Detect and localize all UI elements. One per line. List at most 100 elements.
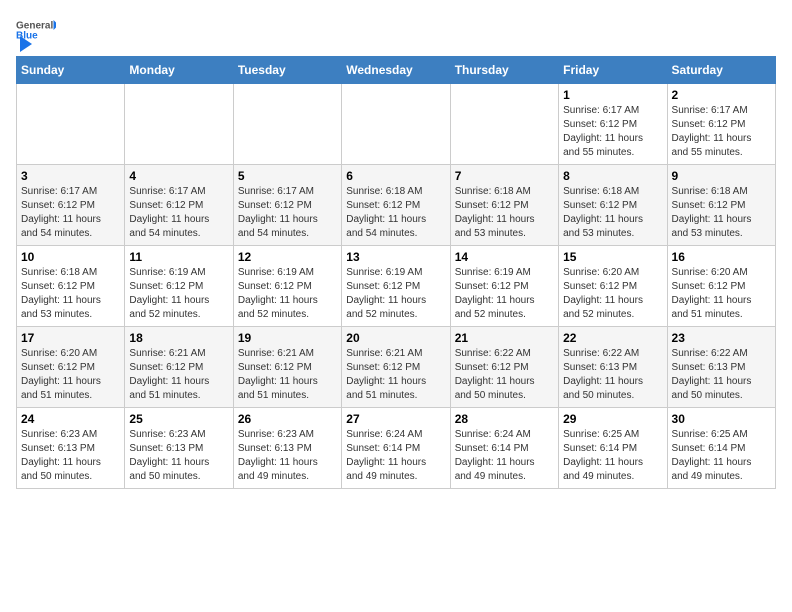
day-number: 26 xyxy=(238,412,337,426)
calendar-cell: 11 Sunrise: 6:19 AM Sunset: 6:12 PM Dayli… xyxy=(125,246,233,327)
day-of-week-header: Tuesday xyxy=(233,57,341,84)
calendar-cell: 4 Sunrise: 6:17 AM Sunset: 6:12 PM Daylig… xyxy=(125,165,233,246)
calendar-cell: 29 Sunrise: 6:25 AM Sunset: 6:14 PM Dayli… xyxy=(559,408,667,489)
day-number: 13 xyxy=(346,250,445,264)
day-detail: Sunrise: 6:25 AM Sunset: 6:14 PM Dayligh… xyxy=(563,428,662,484)
day-number: 25 xyxy=(129,412,228,426)
day-detail: Sunrise: 6:19 AM Sunset: 6:12 PM Dayligh… xyxy=(238,266,337,322)
day-detail: Sunrise: 6:18 AM Sunset: 6:12 PM Dayligh… xyxy=(672,185,771,241)
day-of-week-header: Saturday xyxy=(667,57,775,84)
calendar-cell xyxy=(342,84,450,165)
calendar-cell xyxy=(233,84,341,165)
day-detail: Sunrise: 6:23 AM Sunset: 6:13 PM Dayligh… xyxy=(129,428,228,484)
calendar-cell: 26 Sunrise: 6:23 AM Sunset: 6:13 PM Dayli… xyxy=(233,408,341,489)
day-number: 11 xyxy=(129,250,228,264)
calendar-cell: 24 Sunrise: 6:23 AM Sunset: 6:13 PM Dayli… xyxy=(17,408,125,489)
day-number: 12 xyxy=(238,250,337,264)
calendar-cell: 8 Sunrise: 6:18 AM Sunset: 6:12 PM Daylig… xyxy=(559,165,667,246)
day-detail: Sunrise: 6:19 AM Sunset: 6:12 PM Dayligh… xyxy=(129,266,228,322)
day-number: 23 xyxy=(672,331,771,345)
day-detail: Sunrise: 6:19 AM Sunset: 6:12 PM Dayligh… xyxy=(455,266,554,322)
calendar-cell: 18 Sunrise: 6:21 AM Sunset: 6:12 PM Dayli… xyxy=(125,327,233,408)
day-number: 14 xyxy=(455,250,554,264)
day-detail: Sunrise: 6:22 AM Sunset: 6:13 PM Dayligh… xyxy=(563,347,662,403)
day-detail: Sunrise: 6:25 AM Sunset: 6:14 PM Dayligh… xyxy=(672,428,771,484)
day-number: 29 xyxy=(563,412,662,426)
day-number: 20 xyxy=(346,331,445,345)
day-number: 27 xyxy=(346,412,445,426)
day-detail: Sunrise: 6:20 AM Sunset: 6:12 PM Dayligh… xyxy=(672,266,771,322)
day-detail: Sunrise: 6:18 AM Sunset: 6:12 PM Dayligh… xyxy=(455,185,554,241)
calendar-cell: 22 Sunrise: 6:22 AM Sunset: 6:13 PM Dayli… xyxy=(559,327,667,408)
day-detail: Sunrise: 6:18 AM Sunset: 6:12 PM Dayligh… xyxy=(563,185,662,241)
day-number: 3 xyxy=(21,169,120,183)
calendar-cell: 6 Sunrise: 6:18 AM Sunset: 6:12 PM Daylig… xyxy=(342,165,450,246)
calendar-cell: 12 Sunrise: 6:19 AM Sunset: 6:12 PM Dayli… xyxy=(233,246,341,327)
calendar-cell xyxy=(17,84,125,165)
calendar-week-row: 1 Sunrise: 6:17 AM Sunset: 6:12 PM Daylig… xyxy=(17,84,776,165)
day-of-week-header: Monday xyxy=(125,57,233,84)
day-detail: Sunrise: 6:23 AM Sunset: 6:13 PM Dayligh… xyxy=(21,428,120,484)
calendar-cell: 27Sunrise: 6:24 AM Sunset: 6:14 PM Dayli… xyxy=(342,408,450,489)
calendar-cell: 15 Sunrise: 6:20 AM Sunset: 6:12 PM Dayli… xyxy=(559,246,667,327)
day-number: 21 xyxy=(455,331,554,345)
calendar-cell: 13 Sunrise: 6:19 AM Sunset: 6:12 PM Dayli… xyxy=(342,246,450,327)
day-number: 4 xyxy=(129,169,228,183)
day-number: 10 xyxy=(21,250,120,264)
calendar-cell: 20 Sunrise: 6:21 AM Sunset: 6:12 PM Dayli… xyxy=(342,327,450,408)
day-number: 19 xyxy=(238,331,337,345)
day-number: 2 xyxy=(672,88,771,102)
calendar-week-row: 10 Sunrise: 6:18 AM Sunset: 6:12 PM Dayli… xyxy=(17,246,776,327)
day-number: 18 xyxy=(129,331,228,345)
day-of-week-header: Friday xyxy=(559,57,667,84)
logo-arrow-icon xyxy=(16,34,36,54)
calendar-cell: 19 Sunrise: 6:21 AM Sunset: 6:12 PM Dayli… xyxy=(233,327,341,408)
day-detail: Sunrise: 6:20 AM Sunset: 6:12 PM Dayligh… xyxy=(563,266,662,322)
day-detail: Sunrise: 6:19 AM Sunset: 6:12 PM Dayligh… xyxy=(346,266,445,322)
day-number: 15 xyxy=(563,250,662,264)
day-detail: Sunrise: 6:21 AM Sunset: 6:12 PM Dayligh… xyxy=(129,347,228,403)
day-number: 28 xyxy=(455,412,554,426)
day-number: 30 xyxy=(672,412,771,426)
day-number: 16 xyxy=(672,250,771,264)
calendar-cell: 23 Sunrise: 6:22 AM Sunset: 6:13 PM Dayli… xyxy=(667,327,775,408)
calendar-cell: 25 Sunrise: 6:23 AM Sunset: 6:13 PM Dayli… xyxy=(125,408,233,489)
day-detail: Sunrise: 6:17 AM Sunset: 6:12 PM Dayligh… xyxy=(672,104,771,160)
calendar-cell: 21Sunrise: 6:22 AM Sunset: 6:12 PM Dayli… xyxy=(450,327,558,408)
calendar-cell xyxy=(125,84,233,165)
day-number: 5 xyxy=(238,169,337,183)
calendar-cell: 7 Sunrise: 6:18 AM Sunset: 6:12 PM Daylig… xyxy=(450,165,558,246)
calendar-cell: 3 Sunrise: 6:17 AM Sunset: 6:12 PM Daylig… xyxy=(17,165,125,246)
day-number: 1 xyxy=(563,88,662,102)
calendar-cell: 10 Sunrise: 6:18 AM Sunset: 6:12 PM Dayli… xyxy=(17,246,125,327)
day-detail: Sunrise: 6:21 AM Sunset: 6:12 PM Dayligh… xyxy=(346,347,445,403)
day-number: 7 xyxy=(455,169,554,183)
day-detail: Sunrise: 6:17 AM Sunset: 6:12 PM Dayligh… xyxy=(129,185,228,241)
calendar-cell xyxy=(450,84,558,165)
day-detail: Sunrise: 6:18 AM Sunset: 6:12 PM Dayligh… xyxy=(21,266,120,322)
day-detail: Sunrise: 6:24 AM Sunset: 6:14 PM Dayligh… xyxy=(455,428,554,484)
day-number: 22 xyxy=(563,331,662,345)
day-number: 6 xyxy=(346,169,445,183)
day-detail: Sunrise: 6:17 AM Sunset: 6:12 PM Dayligh… xyxy=(21,185,120,241)
day-of-week-header: Wednesday xyxy=(342,57,450,84)
day-detail: Sunrise: 6:22 AM Sunset: 6:13 PM Dayligh… xyxy=(672,347,771,403)
calendar-week-row: 3 Sunrise: 6:17 AM Sunset: 6:12 PM Daylig… xyxy=(17,165,776,246)
day-number: 8 xyxy=(563,169,662,183)
calendar-cell: 30 Sunrise: 6:25 AM Sunset: 6:14 PM Dayli… xyxy=(667,408,775,489)
calendar-week-row: 17Sunrise: 6:20 AM Sunset: 6:12 PM Dayli… xyxy=(17,327,776,408)
calendar-cell: 5Sunrise: 6:17 AM Sunset: 6:12 PM Daylig… xyxy=(233,165,341,246)
calendar-cell: 28 Sunrise: 6:24 AM Sunset: 6:14 PM Dayli… xyxy=(450,408,558,489)
calendar-week-row: 24 Sunrise: 6:23 AM Sunset: 6:13 PM Dayli… xyxy=(17,408,776,489)
day-number: 9 xyxy=(672,169,771,183)
day-detail: Sunrise: 6:17 AM Sunset: 6:12 PM Dayligh… xyxy=(563,104,662,160)
day-number: 24 xyxy=(21,412,120,426)
day-detail: Sunrise: 6:23 AM Sunset: 6:13 PM Dayligh… xyxy=(238,428,337,484)
day-detail: Sunrise: 6:21 AM Sunset: 6:12 PM Dayligh… xyxy=(238,347,337,403)
day-detail: Sunrise: 6:18 AM Sunset: 6:12 PM Dayligh… xyxy=(346,185,445,241)
day-number: 17 xyxy=(21,331,120,345)
logo: General Blue xyxy=(16,16,56,48)
day-of-week-header: Thursday xyxy=(450,57,558,84)
calendar-cell: 2 Sunrise: 6:17 AM Sunset: 6:12 PM Daylig… xyxy=(667,84,775,165)
calendar-table: SundayMondayTuesdayWednesdayThursdayFrid… xyxy=(16,56,776,489)
